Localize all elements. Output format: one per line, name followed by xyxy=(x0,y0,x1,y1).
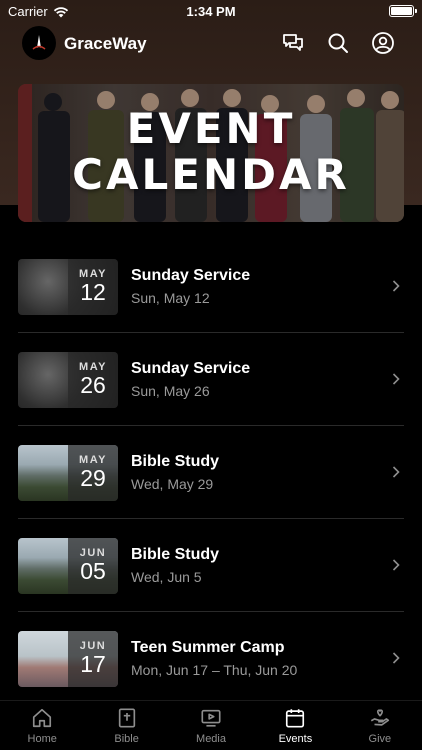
media-icon xyxy=(201,709,221,727)
event-title: Bible Study xyxy=(131,546,220,563)
chevron-right-icon xyxy=(392,559,400,571)
event-day: 26 xyxy=(80,372,106,398)
event-date: Sun, May 26 xyxy=(131,383,210,399)
event-row[interactable]: MAY 29 Bible Study Wed, May 29 xyxy=(0,426,422,519)
tab-label: Media xyxy=(196,733,226,745)
tab-label: Bible xyxy=(114,733,139,745)
tab-home[interactable]: Home xyxy=(0,701,84,750)
event-date: Sun, May 12 xyxy=(131,290,210,306)
event-day: 12 xyxy=(80,279,106,305)
event-title: Teen Summer Camp xyxy=(131,639,285,656)
event-date-badge: MAY 26 xyxy=(68,352,118,408)
chevron-right-icon xyxy=(392,280,400,292)
chevron-right-icon xyxy=(392,373,400,385)
app-logo[interactable] xyxy=(22,26,56,60)
tab-bible[interactable]: Bible xyxy=(84,701,168,750)
chevron-right-icon xyxy=(392,466,400,478)
search-icon[interactable] xyxy=(326,31,350,55)
event-thumbnail: MAY 29 xyxy=(18,445,118,501)
calendar-icon xyxy=(286,709,305,728)
event-date: Wed, May 29 xyxy=(131,476,214,492)
event-row[interactable]: MAY 12 Sunday Service Sun, May 12 xyxy=(0,240,422,333)
chevron-right-icon xyxy=(392,652,400,664)
chat-icon[interactable] xyxy=(281,31,305,55)
event-date-badge: MAY 29 xyxy=(68,445,118,501)
status-time: 1:34 PM xyxy=(186,4,236,19)
banner-title-line1: EVENT xyxy=(126,104,296,153)
event-date-badge: MAY 12 xyxy=(68,259,118,315)
home-icon xyxy=(33,708,52,728)
event-day: 17 xyxy=(80,651,106,677)
event-date: Mon, Jun 17 – Thu, Jun 20 xyxy=(131,662,298,678)
profile-icon[interactable] xyxy=(371,31,395,55)
tab-give[interactable]: Give xyxy=(338,701,422,750)
tab-media[interactable]: Media xyxy=(169,701,253,750)
give-icon xyxy=(370,709,389,726)
event-date-badge: JUN 05 xyxy=(68,538,118,594)
tab-bar: Home Bible Media Events Give xyxy=(0,700,422,750)
banner-title-line2: CALENDAR xyxy=(72,150,350,199)
event-title: Sunday Service xyxy=(131,360,251,377)
event-row[interactable]: JUN 17 Teen Summer Camp Mon, Jun 17 – Th… xyxy=(0,612,422,705)
app-title: GraceWay xyxy=(64,34,147,53)
event-row[interactable]: JUN 05 Bible Study Wed, Jun 5 xyxy=(0,519,422,612)
event-thumbnail: MAY 26 xyxy=(18,352,118,408)
tab-label: Events xyxy=(278,733,313,745)
battery-icon xyxy=(389,5,417,17)
tab-label: Give xyxy=(368,733,392,745)
event-thumbnail: MAY 12 xyxy=(18,259,118,315)
tab-events[interactable]: Events xyxy=(253,701,337,750)
event-row[interactable]: MAY 26 Sunday Service Sun, May 26 xyxy=(0,333,422,426)
event-title: Sunday Service xyxy=(131,267,251,284)
tab-label: Home xyxy=(27,733,57,745)
event-thumbnail: JUN 17 xyxy=(18,631,118,687)
app-header: GraceWay xyxy=(0,26,422,62)
event-list: MAY 12 Sunday Service Sun, May 12 MAY 26… xyxy=(0,240,422,705)
event-date: Wed, Jun 5 xyxy=(131,569,202,585)
event-date-badge: JUN 17 xyxy=(68,631,118,687)
status-bar: Carrier 1:34 PM xyxy=(0,0,422,24)
logo-mark-icon xyxy=(32,35,46,50)
event-title: Bible Study xyxy=(131,453,220,470)
event-day: 05 xyxy=(80,558,106,584)
bible-icon xyxy=(118,708,135,728)
banner-title: EVENT CALENDAR xyxy=(18,106,404,198)
event-day: 29 xyxy=(80,465,106,491)
event-calendar-banner: EVENT CALENDAR xyxy=(18,84,404,222)
event-thumbnail: JUN 05 xyxy=(18,538,118,594)
